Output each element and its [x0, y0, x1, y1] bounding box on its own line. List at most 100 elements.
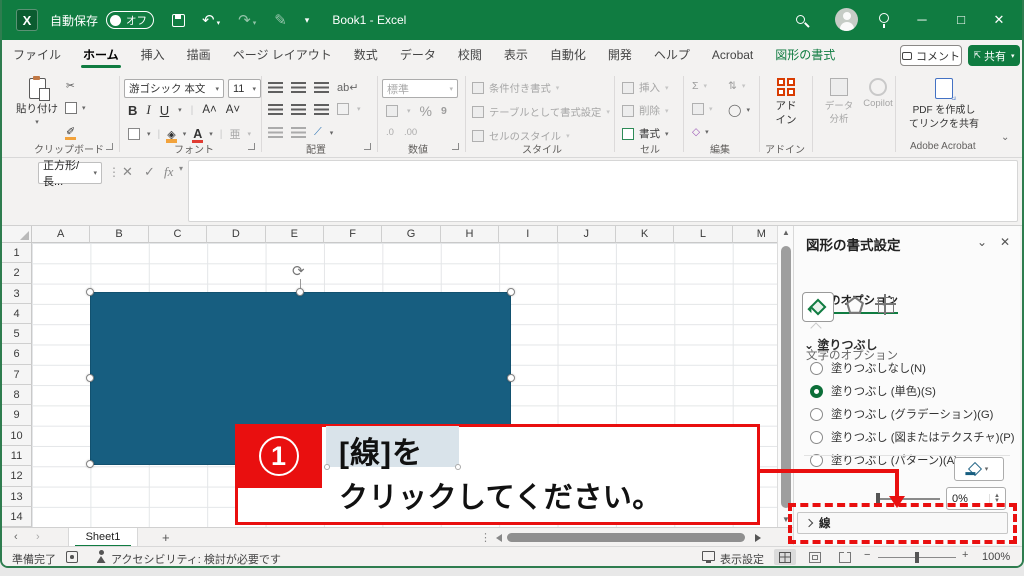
- row-header[interactable]: 5: [2, 324, 32, 344]
- autosum-button[interactable]: Σ▾: [692, 80, 707, 92]
- formula-input[interactable]: [188, 160, 1018, 222]
- copilot-button[interactable]: Copilot: [860, 78, 896, 109]
- next-sheet-icon[interactable]: ›: [36, 531, 40, 543]
- number-format-combo[interactable]: 標準▾: [382, 79, 458, 98]
- ribbon-tab[interactable]: Acrobat: [701, 40, 764, 70]
- fill-option[interactable]: 塗りつぶし (単色)(S): [810, 383, 1024, 399]
- name-box[interactable]: 正方形/長...▾: [38, 162, 102, 184]
- macro-record-icon[interactable]: [66, 551, 78, 563]
- font-size-combo[interactable]: 11▾: [228, 79, 261, 98]
- maximize-button[interactable]: □: [944, 12, 978, 27]
- select-all-corner[interactable]: [2, 226, 32, 243]
- fill-paint-tab-button[interactable]: [802, 292, 834, 322]
- fill-color-button[interactable]: ◈: [167, 128, 175, 141]
- addins-button[interactable]: アド イン: [764, 78, 808, 127]
- phonetic-button[interactable]: 亜: [230, 126, 241, 142]
- rotation-handle-icon[interactable]: ⟳: [292, 263, 309, 280]
- collapse-ribbon-chevron-icon[interactable]: ⌄: [1001, 132, 1009, 143]
- zoom-slider-handle[interactable]: [915, 552, 919, 563]
- column-header[interactable]: J: [558, 226, 616, 243]
- column-header[interactable]: L: [674, 226, 732, 243]
- clear-button[interactable]: ◇▾: [692, 126, 709, 138]
- shape-handle-middle-left[interactable]: [86, 374, 94, 382]
- format-cells-button[interactable]: 書式▾: [622, 126, 669, 141]
- fill-button[interactable]: ▾: [692, 103, 713, 115]
- account-avatar[interactable]: [835, 8, 858, 31]
- copy-button[interactable]: ▾: [65, 102, 86, 114]
- fill-option[interactable]: 塗りつぶしなし(N): [810, 360, 1024, 376]
- underline-button[interactable]: U: [160, 103, 169, 118]
- column-header[interactable]: E: [266, 226, 324, 243]
- borders-button[interactable]: [128, 128, 140, 140]
- transparency-slider[interactable]: [878, 498, 940, 500]
- sort-filter-button[interactable]: ⇅▾: [728, 80, 745, 92]
- shrink-font-button[interactable]: A˅: [226, 104, 240, 116]
- column-header[interactable]: D: [207, 226, 265, 243]
- undo-icon[interactable]: ↶▾: [202, 11, 220, 29]
- column-header[interactable]: K: [616, 226, 674, 243]
- font-dialog-launcher-icon[interactable]: [248, 143, 255, 150]
- paste-button[interactable]: 貼り付け ▾: [14, 78, 60, 126]
- increase-indent-icon[interactable]: [291, 127, 306, 138]
- shape-handle-middle-right[interactable]: [507, 374, 515, 382]
- formula-bar-chevron-icon[interactable]: ▾: [179, 164, 183, 173]
- ribbon-tab[interactable]: 開発: [597, 40, 643, 70]
- style-menu-item[interactable]: テーブルとして書式設定 ▾: [472, 104, 610, 119]
- ribbon-tab[interactable]: 数式: [343, 40, 389, 70]
- row-header[interactable]: 14: [2, 507, 32, 527]
- wrap-text-icon[interactable]: ab↵: [337, 81, 358, 94]
- row-header[interactable]: 3: [2, 284, 32, 304]
- shape-handle-bottom-left[interactable]: [86, 460, 94, 468]
- ribbon-tab[interactable]: 自動化: [539, 40, 597, 70]
- alignment-dialog-launcher-icon[interactable]: [364, 143, 371, 150]
- column-header[interactable]: F: [324, 226, 382, 243]
- grow-font-button[interactable]: A˄: [202, 104, 216, 116]
- row-header[interactable]: 11: [2, 446, 32, 466]
- find-select-button[interactable]: ◯▾: [728, 103, 750, 117]
- search-icon[interactable]: [796, 15, 805, 24]
- data-analysis-button[interactable]: データ 分析: [818, 78, 860, 125]
- column-header[interactable]: H: [441, 226, 499, 243]
- display-settings-label[interactable]: 表示設定: [720, 551, 764, 567]
- accessibility-status[interactable]: アクセシビリティ: 検討が必要です: [111, 551, 281, 567]
- align-center-icon[interactable]: [291, 104, 306, 115]
- delete-cells-button[interactable]: 削除▾: [622, 103, 669, 118]
- merge-center-icon[interactable]: [337, 103, 349, 115]
- add-sheet-icon[interactable]: +: [162, 530, 170, 545]
- create-pdf-button[interactable]: PDF を作成し てリンクを共有: [902, 78, 986, 130]
- prev-sheet-icon[interactable]: ‹: [14, 531, 18, 543]
- style-menu-item[interactable]: 条件付き書式 ▾: [472, 80, 610, 95]
- quick-access-chevron-icon[interactable]: ▾: [305, 15, 310, 26]
- align-top-icon[interactable]: [268, 82, 283, 93]
- column-header[interactable]: M: [733, 226, 777, 243]
- fill-section-header[interactable]: ⌄ 塗りつぶし: [804, 336, 878, 353]
- tabbar-splitter[interactable]: ⋮: [480, 531, 491, 544]
- row-header[interactable]: 4: [2, 304, 32, 324]
- shape-handle-top-left[interactable]: [86, 288, 94, 296]
- shape-handle-top-middle[interactable]: [296, 288, 304, 296]
- ribbon-tab[interactable]: ホーム: [72, 40, 130, 70]
- minimize-button[interactable]: ─: [905, 12, 939, 27]
- percent-format-icon[interactable]: %: [420, 103, 432, 119]
- page-layout-view-button[interactable]: [804, 549, 826, 565]
- pen-icon[interactable]: ✎: [274, 11, 287, 29]
- row-header[interactable]: 6: [2, 344, 32, 364]
- row-header[interactable]: 10: [2, 426, 32, 446]
- insert-cells-button[interactable]: 挿入▾: [622, 80, 669, 95]
- bold-button[interactable]: B: [128, 103, 137, 118]
- column-header[interactable]: C: [149, 226, 207, 243]
- ribbon-tab[interactable]: 図形の書式: [764, 40, 846, 70]
- column-header[interactable]: I: [499, 226, 557, 243]
- zoom-level[interactable]: 100%: [982, 551, 1010, 563]
- page-break-view-button[interactable]: [834, 549, 856, 565]
- excel-app-icon[interactable]: X: [16, 9, 38, 31]
- column-header[interactable]: A: [32, 226, 90, 243]
- ribbon-tab[interactable]: ページ レイアウト: [222, 40, 343, 70]
- font-name-combo[interactable]: 游ゴシック 本文▾: [124, 79, 224, 98]
- redo-icon[interactable]: ↷▾: [238, 11, 256, 29]
- align-bottom-icon[interactable]: [314, 82, 329, 93]
- shape-handle-top-right[interactable]: [507, 288, 515, 296]
- row-header[interactable]: 13: [2, 487, 32, 507]
- zoom-out-icon[interactable]: −: [864, 549, 870, 561]
- clipboard-dialog-launcher-icon[interactable]: [106, 143, 113, 150]
